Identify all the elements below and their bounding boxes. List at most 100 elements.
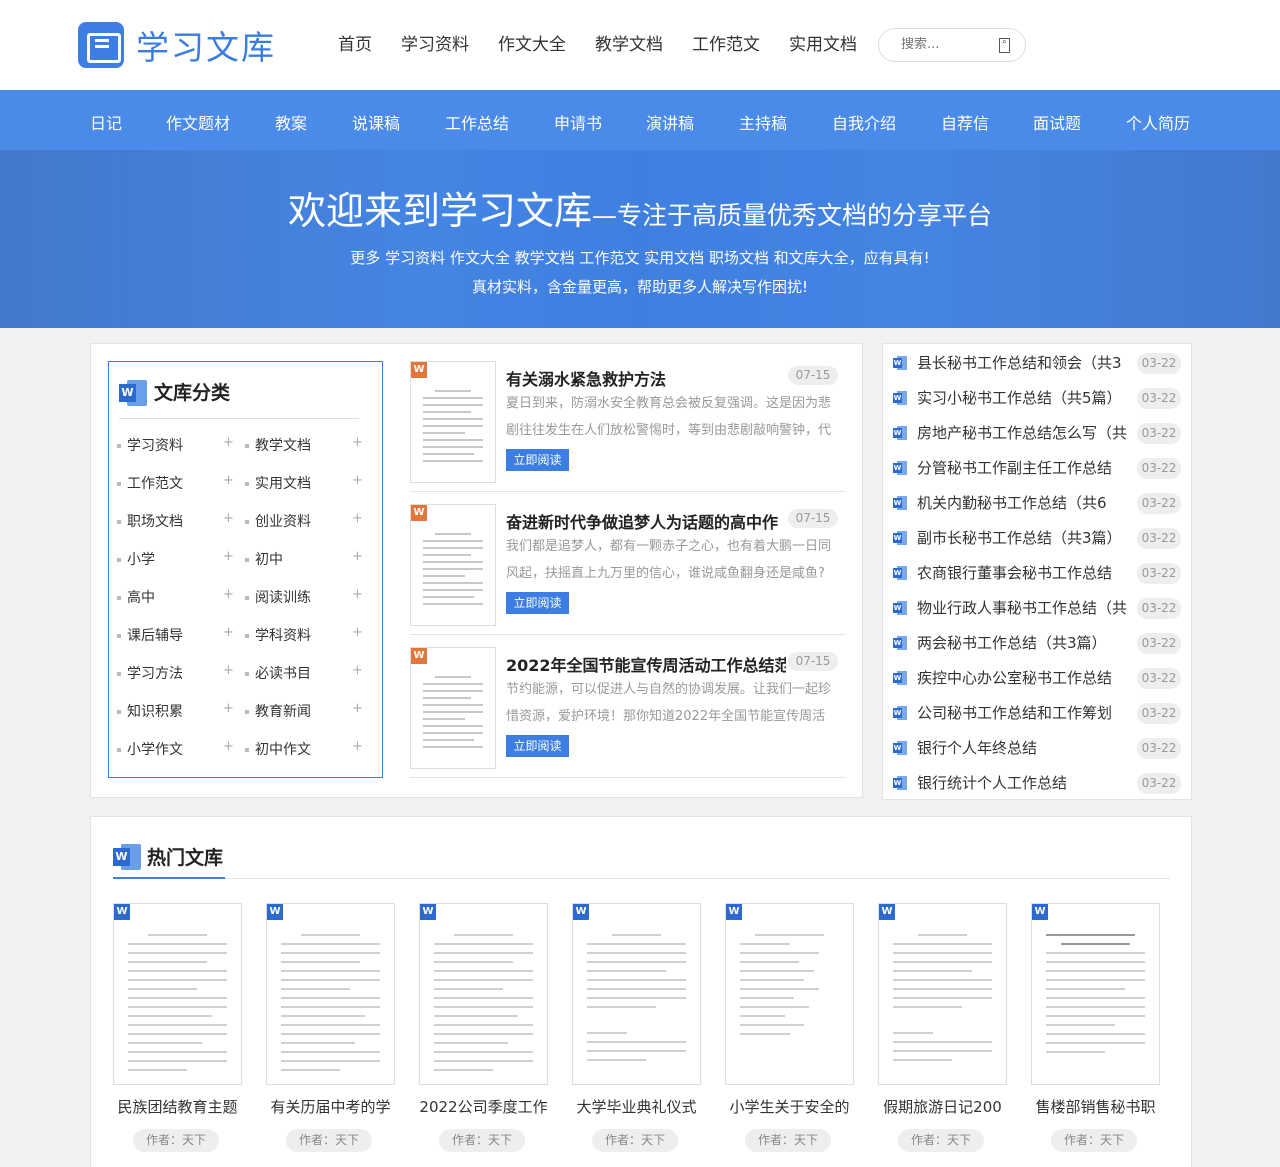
catbar-item-resumes[interactable]: 个人简历: [1126, 110, 1190, 134]
word-doc-icon: W: [411, 648, 427, 664]
article-item: W 有关溺水紧急救护方法 07-15 夏日到来，防溺水安全教育总会被反复强调。这…: [410, 361, 845, 492]
category-item[interactable]: 知识积累: [117, 701, 183, 721]
doc-card-title[interactable]: 民族团结教育主题: [108, 1096, 247, 1117]
list-item[interactable]: W 物业行政人事秘书工作总结（共 03-22: [893, 597, 1181, 619]
list-item[interactable]: W 副市长秘书工作总结（共3篇） 03-22: [893, 527, 1181, 549]
read-now-button[interactable]: 立即阅读: [506, 592, 569, 614]
nav-study-materials[interactable]: 学习资料: [401, 30, 469, 55]
expand-plus-icon[interactable]: +: [223, 511, 234, 526]
list-item[interactable]: W 银行个人年终总结 03-22: [893, 737, 1181, 759]
expand-plus-icon[interactable]: +: [352, 625, 363, 640]
category-item[interactable]: 教育新闻: [245, 701, 311, 721]
catbar-item-host-scripts[interactable]: 主持稿: [739, 110, 787, 134]
document-thumbnail[interactable]: W: [419, 903, 548, 1085]
document-thumbnail[interactable]: W: [572, 903, 701, 1085]
category-item[interactable]: 小学作文: [117, 739, 183, 759]
expand-plus-icon[interactable]: +: [223, 435, 234, 450]
document-thumbnail[interactable]: W: [410, 647, 496, 769]
doc-card-title[interactable]: 大学毕业典礼仪式: [567, 1096, 706, 1117]
catbar-item-work-summary[interactable]: 工作总结: [445, 110, 509, 134]
expand-plus-icon[interactable]: +: [352, 739, 363, 754]
catbar-item-essay-topics[interactable]: 作文题材: [166, 110, 230, 134]
catbar-item-interview-questions[interactable]: 面试题: [1033, 110, 1081, 134]
category-item[interactable]: 小学: [117, 549, 155, 569]
category-box-title: 文库分类: [154, 382, 231, 404]
expand-plus-icon[interactable]: +: [352, 473, 363, 488]
search-input[interactable]: [901, 37, 1001, 52]
expand-plus-icon[interactable]: +: [352, 549, 363, 564]
document-thumbnail[interactable]: W: [410, 361, 496, 483]
catbar-item-lecture-drafts[interactable]: 说课稿: [352, 110, 400, 134]
category-item[interactable]: 工作范文: [117, 473, 183, 493]
category-item[interactable]: 实用文档: [245, 473, 311, 493]
document-thumbnail[interactable]: W: [1031, 903, 1160, 1085]
expand-plus-icon[interactable]: +: [352, 435, 363, 450]
catbar-item-cover-letters[interactable]: 自荐信: [941, 110, 989, 134]
list-item[interactable]: W 实习小秘书工作总结（共5篇） 03-22: [893, 387, 1181, 409]
category-item[interactable]: 课后辅导: [117, 625, 183, 645]
list-item[interactable]: W 房地产秘书工作总结怎么写（共 03-22: [893, 422, 1181, 444]
document-thumbnail[interactable]: W: [878, 903, 1007, 1085]
article-title[interactable]: 有关溺水紧急救护方法: [506, 366, 786, 390]
category-item[interactable]: 学习资料: [117, 435, 183, 455]
category-item[interactable]: 学习方法: [117, 663, 183, 683]
doc-card-title[interactable]: 小学生关于安全的: [720, 1096, 859, 1117]
expand-plus-icon[interactable]: +: [223, 549, 234, 564]
category-item[interactable]: 初中: [245, 549, 283, 569]
list-item[interactable]: W 疾控中心办公室秘书工作总结 03-22: [893, 667, 1181, 689]
document-thumbnail[interactable]: W: [113, 903, 242, 1085]
doc-card-title[interactable]: 2022公司季度工作: [414, 1096, 553, 1117]
list-item[interactable]: W 银行统计个人工作总结 03-22: [893, 772, 1181, 794]
read-now-button[interactable]: 立即阅读: [506, 735, 569, 757]
category-item[interactable]: 学科资料: [245, 625, 311, 645]
expand-plus-icon[interactable]: +: [223, 663, 234, 678]
nav-home[interactable]: 首页: [338, 30, 372, 55]
list-item[interactable]: W 农商银行董事会秘书工作总结 03-22: [893, 562, 1181, 584]
expand-plus-icon[interactable]: +: [223, 473, 234, 488]
word-doc-icon: W: [420, 904, 436, 920]
category-item[interactable]: 必读书目: [245, 663, 311, 683]
word-doc-icon: W: [893, 461, 907, 475]
search-icon[interactable]: ⌕: [999, 38, 1010, 53]
nav-work-templates[interactable]: 工作范文: [692, 30, 760, 55]
doc-card-title[interactable]: 售楼部销售秘书职: [1026, 1096, 1165, 1117]
category-item[interactable]: 阅读训练: [245, 587, 311, 607]
category-item[interactable]: 创业资料: [245, 511, 311, 531]
doc-card-title[interactable]: 假期旅游日记200: [873, 1096, 1012, 1117]
expand-plus-icon[interactable]: +: [223, 739, 234, 754]
article-title[interactable]: 2022年全国节能宣传周活动工作总结范: [506, 652, 786, 676]
expand-plus-icon[interactable]: +: [223, 587, 234, 602]
expand-plus-icon[interactable]: +: [352, 511, 363, 526]
expand-plus-icon[interactable]: +: [223, 701, 234, 716]
category-item[interactable]: 高中: [117, 587, 155, 607]
document-thumbnail[interactable]: W: [410, 504, 496, 626]
nav-practical-docs[interactable]: 实用文档: [789, 30, 857, 55]
catbar-item-applications[interactable]: 申请书: [554, 110, 602, 134]
list-item[interactable]: W 县长秘书工作总结和领会（共3 03-22: [893, 352, 1181, 374]
list-item[interactable]: W 两会秘书工作总结（共3篇） 03-22: [893, 632, 1181, 654]
expand-plus-icon[interactable]: +: [352, 663, 363, 678]
expand-plus-icon[interactable]: +: [352, 701, 363, 716]
article-title[interactable]: 奋进新时代争做追梦人为话题的高中作: [506, 509, 786, 533]
doc-card-title[interactable]: 有关历届中考的学: [261, 1096, 400, 1117]
expand-plus-icon[interactable]: +: [223, 625, 234, 640]
document-thumbnail[interactable]: W: [266, 903, 395, 1085]
nav-essays[interactable]: 作文大全: [498, 30, 566, 55]
list-item[interactable]: W 分管秘书工作副主任工作总结 03-22: [893, 457, 1181, 479]
list-item[interactable]: W 机关内勤秘书工作总结（共6 03-22: [893, 492, 1181, 514]
site-logo[interactable]: 学习文库: [78, 21, 276, 69]
list-item[interactable]: W 公司秘书工作总结和工作筹划 03-22: [893, 702, 1181, 724]
catbar-item-diary[interactable]: 日记: [90, 110, 122, 134]
catbar-item-lesson-plans[interactable]: 教案: [275, 110, 307, 134]
nav-teaching-docs[interactable]: 教学文档: [595, 30, 663, 55]
document-thumbnail[interactable]: W: [725, 903, 854, 1085]
expand-plus-icon[interactable]: +: [352, 587, 363, 602]
catbar-item-speeches[interactable]: 演讲稿: [646, 110, 694, 134]
read-now-button[interactable]: 立即阅读: [506, 449, 569, 471]
category-item[interactable]: 职场文档: [117, 511, 183, 531]
category-item[interactable]: 初中作文: [245, 739, 311, 759]
word-doc-icon: W: [893, 531, 907, 545]
catbar-item-self-intro[interactable]: 自我介绍: [832, 110, 896, 134]
banner-title-main: 欢迎来到学习文库: [287, 189, 592, 233]
category-item[interactable]: 教学文档: [245, 435, 311, 455]
